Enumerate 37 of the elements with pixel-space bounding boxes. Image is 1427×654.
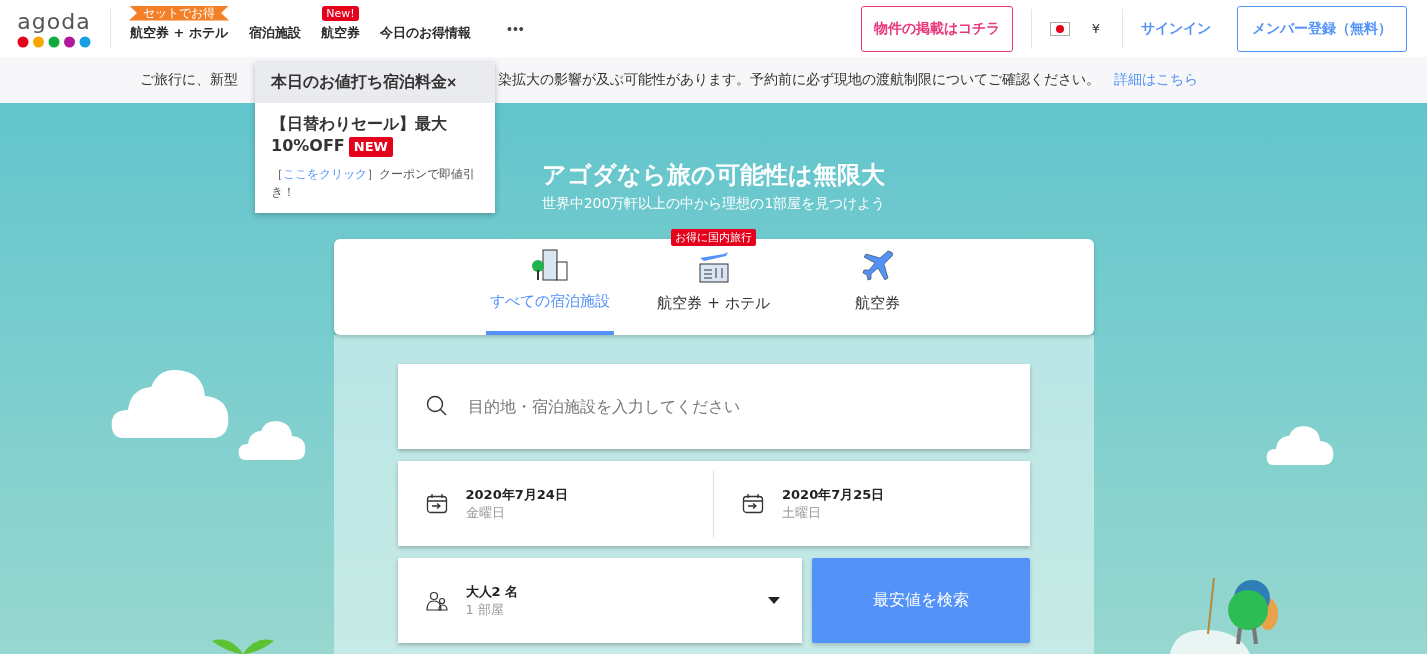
buildings-icon [529, 248, 570, 282]
agoda-logo[interactable]: agoda [16, 9, 92, 48]
list-property-button[interactable]: 物件の掲載はコチラ [860, 5, 1013, 52]
deal-headline: 【日替わりセール】最大10%OFF NEW [271, 113, 448, 157]
caret-icon [767, 597, 780, 604]
date-selector[interactable]: 2020年7月24日 金曜日 [397, 461, 713, 546]
currency-selector[interactable]: ¥ [1091, 21, 1100, 36]
nav-link[interactable]: 今日のお得情報 [380, 20, 471, 42]
calendar-icon [742, 492, 764, 515]
nav-link[interactable]: 宿泊施設 [249, 20, 301, 42]
nav-badge: セットでお得 [129, 5, 229, 21]
search-tab[interactable]: お得に国内旅行 航空券 + ホテル [649, 229, 778, 335]
flag-icon[interactable] [1049, 21, 1070, 36]
new-badge: NEW [348, 137, 393, 157]
search-icon [425, 395, 448, 417]
nav-link[interactable]: 航空券 + ホテル [130, 20, 228, 42]
date-selector[interactable]: 2020年7月25日 土曜日 [714, 461, 1030, 546]
guests-selector[interactable]: 大人2 名 1 部屋 [397, 558, 802, 643]
nav-badge: New! [322, 5, 359, 21]
people-icon [425, 589, 448, 612]
promo-badge: お得に国内旅行 [671, 229, 756, 246]
cloud-icon [237, 420, 307, 460]
more-button[interactable]: ••• [501, 19, 531, 38]
cloud-icon [110, 368, 230, 438]
nav-link[interactable]: 航空券 [321, 20, 360, 42]
airplane-icon [859, 248, 896, 284]
hero-title: アゴダなら旅の可能性は無限大 [542, 160, 885, 191]
popup-title: 本日のお値打ち宿泊料金 [271, 72, 447, 93]
hero-subtitle: 世界中200万軒以上の中から理想の1部屋を見つけよう [541, 195, 886, 213]
cloud-icon [1265, 425, 1335, 465]
search-tab[interactable]: 航空券 [813, 229, 942, 335]
notice-text: 染拡大の影響が及ぶ可能性があります。予約前に必ず現地の渡航制限についてご確認ください。 [498, 71, 1100, 89]
coupon-text: ［ここをクリック］クーポンで即値引き！ [271, 166, 476, 201]
notice-text: ご旅行に、新型 [140, 71, 238, 89]
destination-field[interactable]: 目的地・宿泊施設を入力してください [397, 364, 1030, 449]
close-button[interactable]: × [447, 73, 457, 92]
calendar-icon [425, 492, 448, 515]
